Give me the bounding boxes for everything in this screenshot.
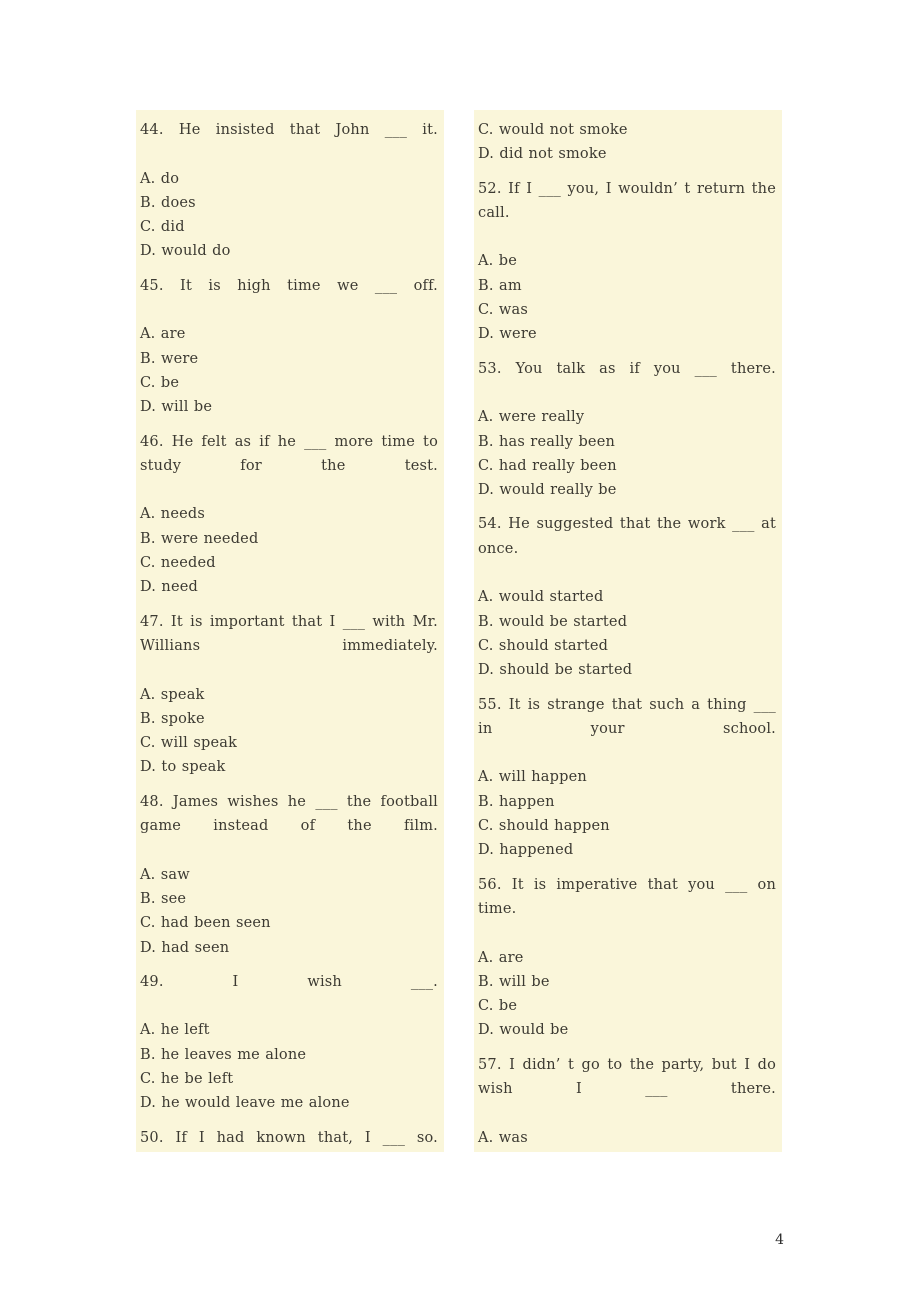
question-option[interactable]: C. would not smoke <box>476 118 778 142</box>
question-block: 55. It is strange that such a thing ___ … <box>476 693 778 869</box>
question-block: 49. I wish ___. A. he left B. he leaves me… <box>138 970 440 1122</box>
question-option[interactable]: D. would be <box>476 1018 778 1042</box>
question-spacer <box>476 863 778 869</box>
question-spacer <box>476 1043 778 1049</box>
question-option[interactable]: B. will be <box>476 970 778 994</box>
question-block: 47. It is important that I ___ with Mr. … <box>138 610 440 786</box>
question-option[interactable]: A. saw <box>138 863 440 887</box>
question-option[interactable]: B. am <box>476 274 778 298</box>
question-stem: 49. I wish ___. <box>140 973 438 990</box>
question-option[interactable]: D. will be <box>138 395 440 419</box>
question-option[interactable]: D. had seen <box>138 936 440 960</box>
question-option[interactable]: A. needs <box>138 502 440 526</box>
question-option[interactable]: A. be <box>476 249 778 273</box>
question-option[interactable]: C. was <box>476 298 778 322</box>
question-block: 46. He felt as if he ___ more time to st… <box>138 430 440 606</box>
question-option[interactable]: D. would do <box>138 239 440 263</box>
question-option[interactable]: C. be <box>138 371 440 395</box>
question-spacer <box>476 502 778 508</box>
question-spacer <box>476 347 778 353</box>
question-option[interactable]: C. will speak <box>138 731 440 755</box>
question-option[interactable]: C. needed <box>138 551 440 575</box>
question-option[interactable]: B. were needed <box>138 527 440 551</box>
question-stem: 55. It is strange that such a thing ___ … <box>478 696 776 737</box>
question-option[interactable]: A. he left <box>138 1018 440 1042</box>
question-block: 54. He suggested that the work ___ at on… <box>476 512 778 688</box>
question-option[interactable]: C. had been seen <box>138 911 440 935</box>
question-block: 52. If I ___ you, I wouldn’ t return the… <box>476 177 778 353</box>
question-stem: 48. James wishes he ___ the football gam… <box>140 793 438 835</box>
question-stem: 50. If I had known that, I ___ so. <box>140 1129 438 1146</box>
question-stem: 54. He suggested that the work ___ at on… <box>478 516 776 557</box>
right-column: C. would not smoke D. did not smoke 52. If… <box>474 110 782 1152</box>
question-option[interactable]: D. happened <box>476 838 778 862</box>
question-option[interactable]: D. did not smoke <box>476 142 778 166</box>
question-option[interactable]: B. spoke <box>138 707 440 731</box>
question-option[interactable]: C. be <box>476 994 778 1018</box>
question-spacer <box>476 683 778 689</box>
question-option[interactable]: B. happen <box>476 790 778 814</box>
question-option[interactable]: D. need <box>138 575 440 599</box>
question-option[interactable]: C. had really been <box>476 454 778 478</box>
question-spacer <box>138 420 440 426</box>
question-option[interactable]: B. does <box>138 191 440 215</box>
document-page: 44. He insisted that John ___ it. A. do B.… <box>0 0 920 1302</box>
question-option[interactable]: C. should started <box>476 634 778 658</box>
question-stem: 53. You talk as if you ___ there. <box>478 360 776 377</box>
question-option[interactable]: B. were <box>138 347 440 371</box>
question-option[interactable]: D. he would leave me alone <box>138 1091 440 1115</box>
question-option[interactable]: A. are <box>138 322 440 346</box>
question-spacer <box>138 960 440 966</box>
question-spacer <box>138 1116 440 1122</box>
question-spacer <box>138 264 440 270</box>
question-stem: 44. He insisted that John ___ it. <box>140 122 438 138</box>
question-stem: 52. If I ___ you, I wouldn’ t return the… <box>478 180 776 221</box>
left-column: 44. He insisted that John ___ it. A. do B.… <box>136 110 444 1152</box>
question-option[interactable]: D. to speak <box>138 755 440 779</box>
question-block: 53. You talk as if you ___ there. A. were… <box>476 357 778 509</box>
question-option[interactable]: D. should be started <box>476 658 778 682</box>
question-option[interactable]: B. has really been <box>476 430 778 454</box>
question-stem: 46. He felt as if he ___ more time to st… <box>140 433 438 474</box>
question-option[interactable]: C. should happen <box>476 814 778 838</box>
question-spacer <box>476 167 778 173</box>
page-number: 4 <box>775 1232 784 1248</box>
question-option[interactable]: B. would be started <box>476 610 778 634</box>
question-option[interactable]: B. were <box>476 1150 778 1152</box>
question-option[interactable]: D. were <box>476 322 778 346</box>
question-option[interactable]: C. he be left <box>138 1067 440 1091</box>
question-block: 50. If I had known that, I ___ so.A. wou… <box>138 1126 440 1152</box>
question-option[interactable]: A. was <box>476 1126 778 1150</box>
question-option[interactable]: A. do <box>138 167 440 191</box>
question-spacer <box>138 600 440 606</box>
question-stem: 57. I didn’ t go to the party, but I do … <box>478 1056 776 1097</box>
question-block: 44. He insisted that John ___ it. A. do B.… <box>138 118 440 270</box>
question-option[interactable]: A. speak <box>138 683 440 707</box>
question-option[interactable]: A. would started <box>476 585 778 609</box>
question-stem: 47. It is important that I ___ with Mr. … <box>140 613 438 654</box>
question-option[interactable]: A. are <box>476 946 778 970</box>
question-block: C. would not smoke D. did not smoke <box>476 118 778 173</box>
question-option[interactable]: A. were really <box>476 405 778 429</box>
question-block: 56. It is imperative that you ___ on tim… <box>476 873 778 1049</box>
question-block: 57. I didn’ t go to the party, but I do … <box>476 1053 778 1152</box>
question-block: 45. It is high time we ___ off. A. are B. … <box>138 274 440 426</box>
question-stem: 56. It is imperative that you ___ on tim… <box>478 876 776 917</box>
two-column-body: 44. He insisted that John ___ it. A. do B.… <box>136 110 782 1152</box>
question-option[interactable]: D. would really be <box>476 478 778 502</box>
question-stem: 45. It is high time we ___ off. <box>140 277 438 294</box>
question-block: 48. James wishes he ___ the football gam… <box>138 790 440 966</box>
question-option[interactable]: B. see <box>138 887 440 911</box>
question-option[interactable]: C. did <box>138 215 440 239</box>
question-option[interactable]: A. will happen <box>476 765 778 789</box>
question-spacer <box>138 780 440 786</box>
question-option[interactable]: B. he leaves me alone <box>138 1043 440 1067</box>
